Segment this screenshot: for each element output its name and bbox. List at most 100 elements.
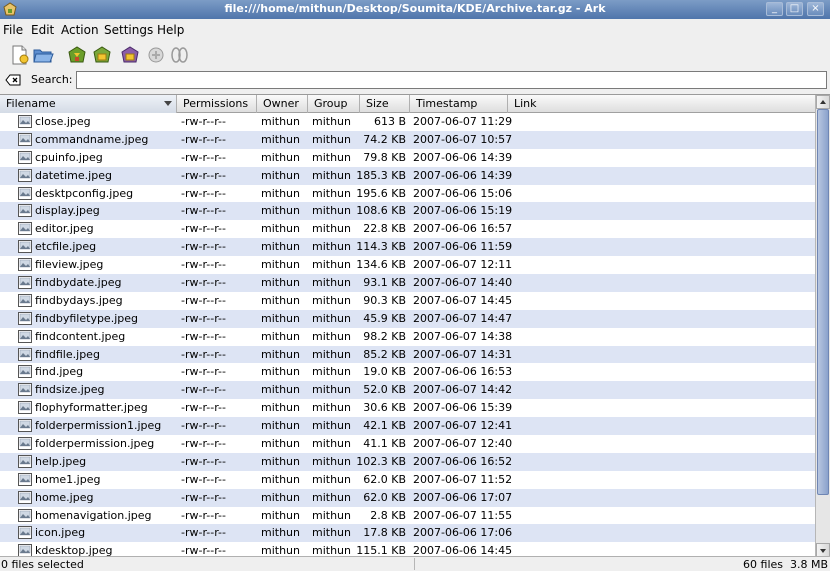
status-bar: 0 files selected 60 files 3.8 MB [0, 556, 830, 571]
cell-timestamp: 2007-06-06 15:39 [413, 401, 513, 415]
table-row[interactable]: fileview.jpeg -rw-r--r-- mithun mithun 134.6… [0, 256, 815, 274]
clear-search-icon[interactable] [5, 73, 21, 87]
table-row[interactable]: cpuinfo.jpeg -rw-r--r-- mithun mithun 79.8 K… [0, 149, 815, 167]
cell-filename: flophyformatter.jpeg [35, 401, 148, 415]
cell-permissions: -rw-r--r-- [181, 472, 226, 486]
table-row[interactable]: help.jpeg -rw-r--r-- mithun mithun 102.3 KB 2… [0, 452, 815, 471]
table-row[interactable]: desktpconfig.jpeg -rw-r--r-- mithun mithun 1… [0, 185, 815, 203]
table-row[interactable]: commandname.jpeg -rw-r--r-- mithun mithun 74… [0, 130, 815, 149]
menu-settings[interactable]: Settings [104, 23, 153, 37]
image-file-icon [18, 490, 32, 504]
cell-timestamp: 2007-06-06 15:06 [413, 186, 513, 200]
cell-filename: home.jpeg [35, 490, 94, 504]
column-permissions[interactable]: Permissions [177, 95, 257, 113]
table-row[interactable]: etcfile.jpeg -rw-r--r-- mithun mithun 114.3 … [0, 238, 815, 257]
table-row[interactable]: find.jpeg -rw-r--r-- mithun mithun 19.0 KB 20… [0, 363, 815, 381]
view-icon[interactable] [168, 44, 190, 66]
window-title: file:///home/mithun/Desktop/Soumita/KDE/… [224, 2, 606, 15]
table-row[interactable]: findbydate.jpeg -rw-r--r-- mithun mithun 93.… [0, 274, 815, 292]
scrollbar-thumb[interactable] [817, 109, 829, 495]
table-row[interactable]: icon.jpeg -rw-r--r-- mithun mithun 17.8 KB 20… [0, 524, 815, 543]
table-row[interactable]: findsize.jpeg -rw-r--r-- mithun mithun 52.0 … [0, 381, 815, 400]
menu-action[interactable]: Action [61, 23, 99, 37]
total-size: 3.8 MB [789, 558, 828, 571]
cell-filename: findsize.jpeg [35, 383, 105, 397]
cell-size: 19.0 KB [363, 365, 406, 379]
column-group[interactable]: Group [308, 95, 360, 113]
image-file-icon [18, 150, 32, 164]
table-row[interactable]: findcontent.jpeg -rw-r--r-- mithun mithun 98… [0, 328, 815, 346]
scroll-up-button[interactable] [816, 95, 830, 109]
cell-filename: cpuinfo.jpeg [35, 150, 103, 164]
cell-size: 2.8 KB [370, 508, 406, 522]
maximize-button[interactable]: □ [786, 2, 803, 16]
menu-file[interactable]: File [3, 23, 23, 37]
table-row[interactable]: findfile.jpeg -rw-r--r-- mithun mithun 85.2 … [0, 345, 815, 364]
table-row[interactable]: folderpermission1.jpeg -rw-r--r-- mithun mi… [0, 417, 815, 436]
table-row[interactable]: findbyfiletype.jpeg -rw-r--r-- mithun mithu… [0, 309, 815, 328]
table-row[interactable]: folderpermission.jpeg -rw-r--r-- mithun mit… [0, 435, 815, 453]
cell-permissions: -rw-r--r-- [181, 401, 226, 415]
column-filename[interactable]: Filename [0, 95, 177, 113]
table-row[interactable]: flophyformatter.jpeg -rw-r--r-- mithun mith… [0, 399, 815, 417]
table-row[interactable]: datetime.jpeg -rw-r--r-- mithun mithun 185.3… [0, 166, 815, 185]
cell-permissions: -rw-r--r-- [181, 437, 226, 451]
table-row[interactable]: close.jpeg -rw-r--r-- mithun mithun 613 B 200… [0, 113, 815, 131]
table-row[interactable]: editor.jpeg -rw-r--r-- mithun mithun 22.8 KB… [0, 220, 815, 238]
add-folder-icon[interactable] [119, 44, 141, 66]
menu-bar: File Edit Action Settings Help [0, 19, 830, 41]
minimize-button[interactable]: _ [766, 2, 783, 16]
vertical-scrollbar[interactable] [815, 95, 830, 556]
new-archive-icon[interactable] [8, 44, 30, 66]
add-files-icon[interactable] [91, 44, 113, 66]
extract-icon[interactable] [66, 44, 88, 66]
cell-size: 114.3 KB [356, 240, 406, 254]
table-row[interactable]: home1.jpeg -rw-r--r-- mithun mithun 62.0 KB 2… [0, 471, 815, 489]
table-row[interactable]: home.jpeg -rw-r--r-- mithun mithun 62.0 KB 20… [0, 488, 815, 507]
cell-size: 62.0 KB [363, 490, 406, 504]
table-row[interactable]: homenavigation.jpeg -rw-r--r-- mithun mithu… [0, 507, 815, 525]
cell-owner: mithun [261, 329, 300, 343]
table-row[interactable]: kdesktop.jpeg -rw-r--r-- mithun mithun 115.1… [0, 542, 815, 556]
cell-timestamp: 2007-06-07 11:55 [413, 508, 513, 522]
cell-owner: mithun [261, 132, 300, 146]
cell-permissions: -rw-r--r-- [181, 276, 226, 290]
table-row[interactable]: display.jpeg -rw-r--r-- mithun mithun 108.6 … [0, 202, 815, 221]
delete-icon[interactable] [145, 44, 167, 66]
cell-timestamp: 2007-06-07 12:41 [413, 419, 513, 433]
search-input[interactable] [76, 71, 827, 89]
image-file-icon [18, 365, 32, 379]
table-row[interactable]: findbydays.jpeg -rw-r--r-- mithun mithun 90.… [0, 292, 815, 310]
cell-permissions: -rw-r--r-- [181, 204, 226, 218]
cell-owner: mithun [261, 544, 300, 556]
cell-owner: mithun [261, 240, 300, 254]
cell-permissions: -rw-r--r-- [181, 329, 226, 343]
scroll-down-button[interactable] [816, 543, 830, 556]
column-size[interactable]: Size [360, 95, 410, 113]
cell-owner: mithun [261, 508, 300, 522]
column-timestamp[interactable]: Timestamp [410, 95, 508, 113]
cell-timestamp: 2007-06-06 15:19 [413, 204, 513, 218]
open-archive-icon[interactable] [32, 44, 54, 66]
image-file-icon [18, 401, 32, 415]
menu-help[interactable]: Help [157, 23, 184, 37]
cell-timestamp: 2007-06-07 14:42 [413, 383, 513, 397]
cell-timestamp: 2007-06-07 11:52 [413, 472, 513, 486]
column-owner[interactable]: Owner [257, 95, 308, 113]
cell-size: 108.6 KB [356, 204, 406, 218]
cell-permissions: -rw-r--r-- [181, 365, 226, 379]
toolbar [0, 41, 830, 69]
image-file-icon [18, 186, 32, 200]
cell-timestamp: 2007-06-06 14:39 [413, 168, 513, 182]
cell-owner: mithun [261, 526, 300, 540]
cell-permissions: -rw-r--r-- [181, 258, 226, 272]
cell-size: 62.0 KB [363, 472, 406, 486]
close-button[interactable]: × [807, 2, 824, 16]
cell-timestamp: 2007-06-07 14:38 [413, 329, 513, 343]
file-list[interactable]: Filename Permissions Owner Group Size Ti… [0, 94, 830, 556]
column-link[interactable]: Link [508, 95, 815, 113]
cell-filename: kdesktop.jpeg [35, 544, 113, 556]
cell-permissions: -rw-r--r-- [181, 115, 226, 128]
menu-edit[interactable]: Edit [31, 23, 54, 37]
cell-filename: homenavigation.jpeg [35, 508, 152, 522]
